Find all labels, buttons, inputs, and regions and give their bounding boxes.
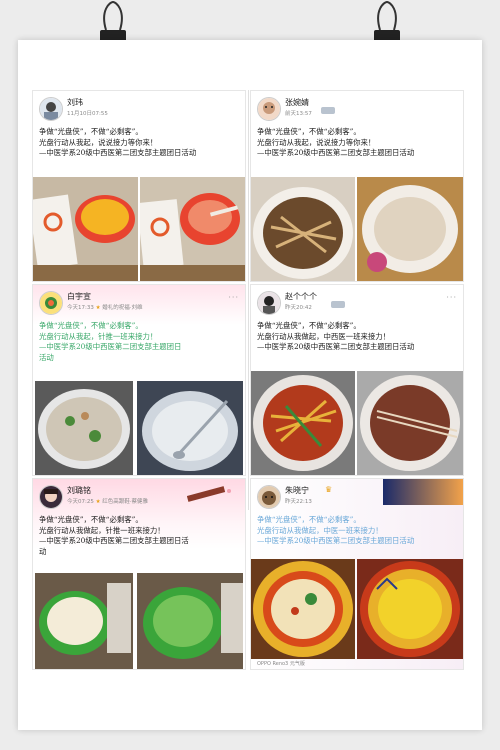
avatar[interactable] xyxy=(257,97,281,121)
post-card-6[interactable]: 朱晓宁 昨天22:13 ♛ 争做“光盘侠”，不做“必剩客”。 光盘行动从我做起，… xyxy=(250,478,464,670)
photo-before[interactable] xyxy=(35,381,133,475)
more-options-icon[interactable]: ··· xyxy=(228,293,239,302)
crown-icon: ♛ xyxy=(325,485,333,494)
avatar[interactable] xyxy=(39,97,63,121)
photo-before[interactable] xyxy=(33,177,138,281)
device-info: OPPO Reno3 元气版 xyxy=(257,661,305,667)
photo-before[interactable] xyxy=(251,177,355,281)
avatar[interactable] xyxy=(257,485,281,509)
avatar[interactable] xyxy=(39,485,63,509)
avatar[interactable] xyxy=(257,291,281,315)
photo-after[interactable] xyxy=(137,381,243,475)
photo-after[interactable] xyxy=(357,371,463,475)
user-name[interactable]: 刘璐铭 xyxy=(67,485,91,496)
user-name[interactable]: 朱晓宁 xyxy=(285,485,309,496)
vip-badge-icon xyxy=(331,293,345,312)
post-text: 争做“光盘侠”，不做“必剩客”。 光盘行动从我起，针推一班来接力！ —中医学系2… xyxy=(39,321,182,362)
post-time: 今天17:33 ★ 婚礼的祝福·刘维 xyxy=(67,305,143,311)
photo-before[interactable] xyxy=(35,573,133,669)
photo-before[interactable] xyxy=(251,559,355,659)
post-card-3[interactable]: 白宇宣 今天17:33 ★ 婚礼的祝福·刘维 ··· 争做“光盘侠”，不做“必剩… xyxy=(32,284,246,476)
post-card-5[interactable]: 刘璐铭 今天07:25 ★ 红色高跟鞋·蔡健雅 争做“光盘侠”，不做“必剩客”。… xyxy=(32,478,246,670)
post-text: 争做“光盘侠”，不做“必剩客”。 光盘行动从我做起，针推一班来接力！ —中医学系… xyxy=(39,515,189,556)
post-card-4[interactable]: 赵个个个 昨天20:42 ··· 争做“光盘侠”，不做“必剩客”。 光盘行动从我… xyxy=(250,284,464,476)
photo-after[interactable] xyxy=(137,573,243,669)
photo-after[interactable] xyxy=(140,177,245,281)
post-time: 前天13:57 xyxy=(285,111,312,117)
user-name[interactable]: 张婉婧 xyxy=(285,97,309,108)
post-card-1[interactable]: 刘玮 11月10日07:55 争做“光盘侠”，不做“必剩客”。 光盘行动从我起，… xyxy=(32,90,246,282)
post-text: 争做“光盘侠”，不做“必剩客”。 光盘行动从我做起，中西医一班来接力！ —中医学… xyxy=(257,321,415,352)
post-time: 今天07:25 ★ 红色高跟鞋·蔡健雅 xyxy=(67,499,149,505)
user-name[interactable]: 赵个个个 xyxy=(285,291,317,302)
music-star-icon: ★ xyxy=(95,499,101,505)
photo-after[interactable] xyxy=(357,177,463,281)
post-text: 争做“光盘侠”，不做“必剩客”。 光盘行动从我做起，中医一班来接力！ —中医学系… xyxy=(257,515,415,546)
post-time: 11月10日07:55 xyxy=(67,111,108,117)
photo-after[interactable] xyxy=(357,559,463,659)
post-text: 争做“光盘侠”，不做“必剩客”。 光盘行动从我起，说说接力等你来！ —中医学系2… xyxy=(257,127,415,158)
music-star-icon: ★ xyxy=(95,305,101,311)
photo-before[interactable] xyxy=(251,371,355,475)
avatar[interactable] xyxy=(39,291,63,315)
user-name[interactable]: 白宇宣 xyxy=(67,291,91,302)
post-time: 昨天22:13 xyxy=(285,499,312,505)
decor-guitar-icon xyxy=(186,485,237,507)
poster: 刘玮 11月10日07:55 争做“光盘侠”，不做“必剩客”。 光盘行动从我起，… xyxy=(18,40,482,730)
post-text: 争做“光盘侠”，不做“必剩客”。 光盘行动从我起，说说接力等你来！ —中医学系2… xyxy=(39,127,197,158)
column-divider xyxy=(248,90,249,510)
post-time: 昨天20:42 xyxy=(285,305,312,311)
vip-badge-icon xyxy=(321,99,335,118)
post-card-2[interactable]: 张婉婧 前天13:57 争做“光盘侠”，不做“必剩客”。 光盘行动从我起，说说接… xyxy=(250,90,464,282)
more-options-icon[interactable]: ··· xyxy=(446,293,457,302)
user-name[interactable]: 刘玮 xyxy=(67,97,83,108)
